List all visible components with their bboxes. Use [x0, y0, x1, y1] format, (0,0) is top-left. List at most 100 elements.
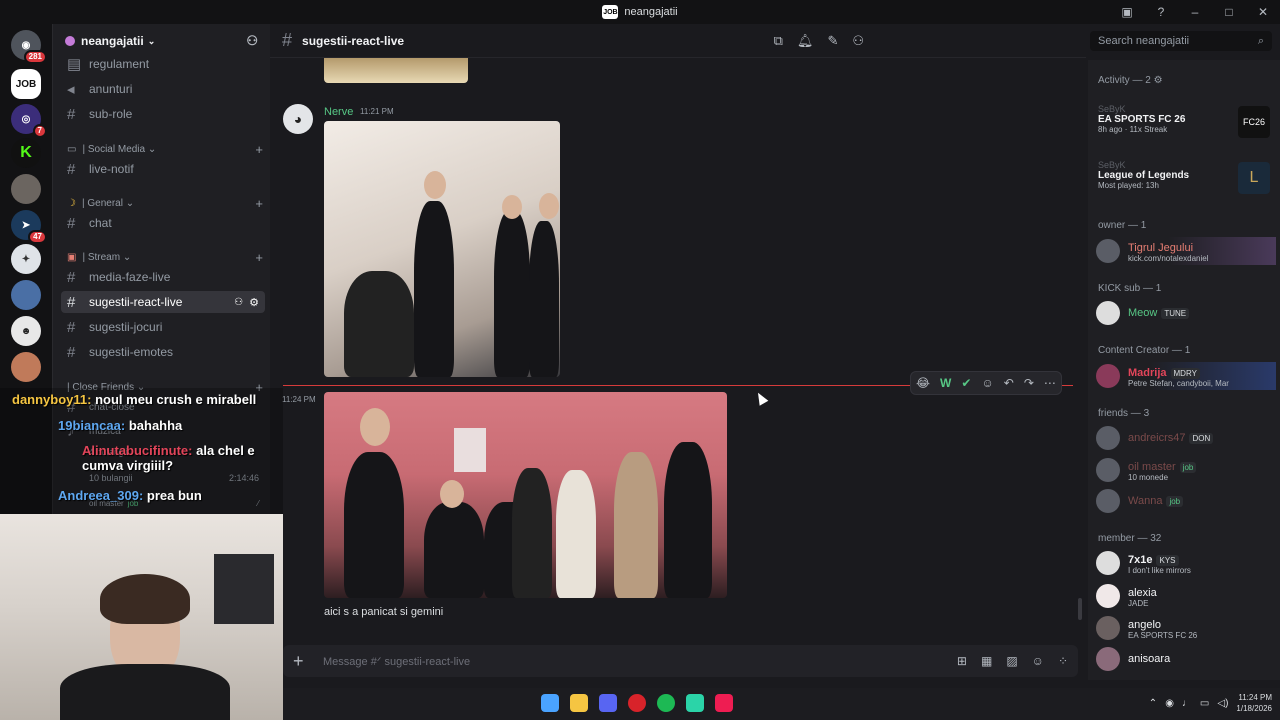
server-icon[interactable]: ➤ 47	[11, 210, 47, 244]
taskbar: ⌃ ◉ ♩ ▭ ◁) 11:24 PM 1/18/2026	[283, 688, 1280, 720]
activity-card[interactable]: SeByK League of Legends Most played: 13h…	[1098, 160, 1274, 200]
server-icon[interactable]: ☻	[11, 316, 41, 346]
window-title: neangajatii	[624, 6, 678, 18]
tiktok-icon[interactable]	[715, 694, 733, 712]
w-emoji-reaction[interactable]: W	[940, 376, 951, 390]
chevron-up-icon[interactable]: ⌃	[1149, 698, 1157, 709]
maximize-button[interactable]: □	[1212, 5, 1246, 19]
message-image[interactable]	[324, 58, 468, 83]
avatar	[1096, 489, 1120, 513]
search-icon: ⌕	[1257, 34, 1264, 47]
gift-icon[interactable]: ⊞	[957, 654, 967, 668]
mic-icon[interactable]: ♩	[1182, 698, 1192, 709]
channel-header: # sugestii-react-live ⧉ 🔔︎ ✎ ⚇	[270, 24, 1086, 58]
member-item[interactable]: Wanna job	[1096, 487, 1276, 515]
opera-icon[interactable]	[628, 694, 646, 712]
server-icon[interactable]: ✦	[11, 244, 41, 274]
pin-icon[interactable]: ✎	[827, 33, 838, 49]
member-item[interactable]: alexia JADE	[1096, 582, 1276, 610]
channel-media-faze-live[interactable]: # media-faze-live	[61, 266, 265, 288]
check-emoji-reaction[interactable]: ✔	[961, 376, 971, 390]
channel-regulament[interactable]: ▤ regulament	[61, 53, 265, 75]
attach-icon[interactable]: +	[293, 651, 323, 672]
threads-icon[interactable]: ⧉	[774, 33, 783, 49]
add-channel-icon[interactable]: +	[255, 142, 263, 157]
add-channel-icon[interactable]: +	[255, 196, 263, 211]
megaphone-icon: ◂	[67, 81, 75, 98]
discord-tray-icon[interactable]: ◉	[1165, 698, 1174, 709]
scrollbar[interactable]	[1078, 598, 1082, 620]
photo-figure	[100, 574, 190, 624]
channel-chat[interactable]: # chat	[61, 212, 265, 234]
help-icon[interactable]: ?	[1144, 5, 1178, 19]
channel-sugestii-emotes[interactable]: # sugestii-emotes	[61, 341, 265, 363]
avatar[interactable]: ◕	[283, 104, 313, 134]
member-item[interactable]: oil master job 10 monede	[1096, 456, 1276, 484]
server-icon[interactable]: ◎ 7	[11, 104, 47, 138]
server-icon-kick[interactable]: K	[11, 138, 41, 168]
gear-icon[interactable]: ⚙	[1154, 75, 1163, 86]
reply-icon[interactable]: ↶	[1004, 376, 1014, 390]
moon-icon: ☽	[67, 198, 76, 209]
channel-sugestii-react-live[interactable]: # sugestii-react-live ⚇ ⚙	[61, 291, 265, 313]
member-item[interactable]: Meow TUNE	[1096, 299, 1276, 327]
message-image[interactable]	[324, 121, 560, 377]
volume-icon[interactable]: ◁)	[1217, 698, 1228, 709]
hash-icon: #	[67, 160, 76, 178]
add-people-icon[interactable]: ⚇	[246, 33, 258, 49]
server-icon[interactable]	[11, 352, 41, 382]
avatar	[1096, 616, 1120, 640]
member-item[interactable]: Madrija MDRY Petre Stefan, candyboii, Mar	[1096, 362, 1276, 390]
discord-icon[interactable]	[599, 694, 617, 712]
search-input[interactable]: Search neangajatii ⌕	[1090, 31, 1272, 51]
group-header: friends — 3	[1098, 408, 1150, 419]
emoji-icon[interactable]: ☺	[1032, 654, 1044, 668]
photo-figure	[494, 211, 530, 377]
forward-icon[interactable]: ↷	[1024, 376, 1034, 390]
member-item[interactable]: andreicrs47 DON	[1096, 424, 1276, 452]
channel-sugestii-jocuri[interactable]: # sugestii-jocuri	[61, 316, 265, 338]
message-composer[interactable]: + Message #ᐟ sugestii-react-live ⊞ ▦ ▨ ☺…	[283, 645, 1078, 677]
member-item[interactable]: 7x1e KYS I don't like mirrors	[1096, 549, 1276, 577]
invite-icon[interactable]: ⚇	[234, 297, 243, 308]
network-icon[interactable]: ▭	[1200, 698, 1209, 709]
apps-icon[interactable]: ⁘	[1058, 654, 1068, 668]
close-button[interactable]: ✕	[1246, 5, 1280, 19]
hash-icon: #	[67, 214, 76, 232]
server-icon-job[interactable]: JOB	[11, 69, 41, 99]
category-general[interactable]: ☽ | General ⌄ +	[67, 196, 263, 211]
clock[interactable]: 11:24 PM 1/18/2026	[1236, 692, 1272, 714]
server-icon[interactable]	[11, 280, 41, 310]
category-stream[interactable]: ▣ | Stream ⌄ +	[67, 250, 263, 265]
server-icon[interactable]	[11, 174, 41, 204]
inbox-icon[interactable]: ▣	[1110, 5, 1144, 19]
activity-card[interactable]: SeByK EA SPORTS FC 26 8h ago · 11x Strea…	[1098, 104, 1274, 144]
message-timestamp: 11:24 PM	[282, 395, 316, 404]
minimize-button[interactable]: –	[1178, 5, 1212, 19]
message-author[interactable]: Nerve	[324, 106, 353, 118]
gif-icon[interactable]: ▦	[981, 654, 992, 668]
channel-sub-role[interactable]: # sub-role	[61, 103, 265, 125]
add-channel-icon[interactable]: +	[255, 250, 263, 265]
laugh-emoji-reaction[interactable]: 😂︎	[916, 376, 930, 390]
sticker-icon[interactable]: ▨	[1006, 654, 1017, 668]
category-social-media[interactable]: ▭ | Social Media ⌄ +	[67, 142, 263, 157]
message-image[interactable]	[324, 392, 727, 598]
message-input[interactable]: Message #ᐟ sugestii-react-live	[323, 655, 470, 668]
member-item[interactable]: angelo EA SPORTS FC 26	[1096, 614, 1276, 642]
file-explorer-icon[interactable]	[570, 694, 588, 712]
spotify-icon[interactable]	[657, 694, 675, 712]
channel-live-notif[interactable]: # live-notif	[61, 158, 265, 180]
home-button[interactable]: ◉ 281	[11, 30, 47, 64]
channel-anunturi[interactable]: ◂ anunturi	[61, 78, 265, 100]
bell-icon[interactable]: 🔔︎	[797, 33, 814, 49]
more-icon[interactable]: ⋯	[1044, 376, 1056, 390]
gear-icon[interactable]: ⚙	[249, 296, 259, 309]
members-icon[interactable]: ⚇	[852, 33, 864, 49]
member-item[interactable]: anisoara	[1096, 645, 1276, 673]
app-icon[interactable]	[686, 694, 704, 712]
photo-figure	[60, 664, 230, 720]
add-reaction-icon[interactable]: ☺	[981, 376, 993, 390]
member-item[interactable]: Tigrul Jegului kick.com/notalexdaniel	[1096, 237, 1276, 265]
start-icon[interactable]	[541, 694, 559, 712]
